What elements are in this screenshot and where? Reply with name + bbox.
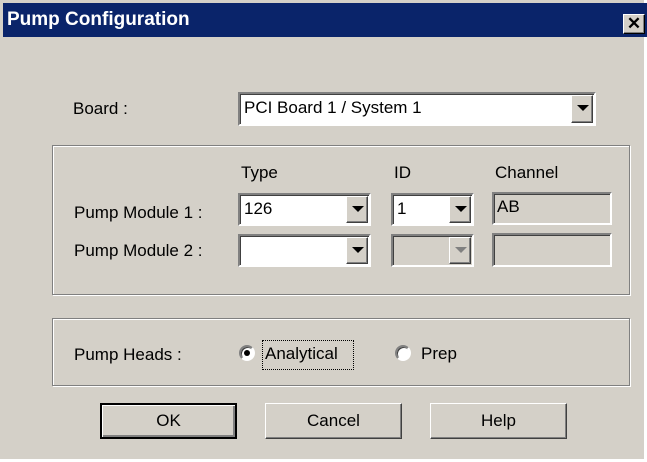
pump-module-1-label: Pump Module 1 :: [74, 203, 203, 222]
pump-module-2-label: Pump Module 2 :: [74, 241, 203, 260]
pump-module-1-channel-field: AB: [492, 192, 612, 225]
pump-module-2-type-select[interactable]: [238, 234, 371, 267]
pump-module-1-type-value: 126: [244, 199, 273, 218]
pump-module-2-id-select: [391, 234, 474, 267]
prep-radio[interactable]: [395, 345, 411, 361]
chevron-down-icon: [449, 237, 471, 264]
chevron-down-icon[interactable]: [571, 95, 593, 123]
pump-heads-label: Pump Heads :: [74, 345, 182, 364]
pump-module-1-type-select[interactable]: 126: [238, 193, 371, 226]
type-header: Type: [241, 163, 278, 182]
close-icon: ✕: [626, 14, 642, 33]
channel-header: Channel: [495, 163, 559, 182]
analytical-label[interactable]: Analytical: [265, 344, 338, 364]
window-title: Pump Configuration: [7, 9, 190, 30]
analytical-radio[interactable]: [239, 345, 255, 361]
board-label: Board :: [73, 99, 128, 118]
radio-selected-dot-icon: [244, 350, 250, 356]
pump-module-1-id-value: 1: [397, 199, 407, 218]
ok-button[interactable]: OK: [100, 403, 237, 439]
cancel-button[interactable]: Cancel: [265, 403, 402, 439]
board-select-value: PCI Board 1 / System 1: [244, 98, 422, 117]
pump-module-2-channel-field: [492, 233, 612, 267]
help-button[interactable]: Help: [430, 403, 567, 439]
pump-configuration-dialog: Pump Configuration ✕ Board : PCI Board 1…: [0, 0, 647, 462]
pump-module-1-id-select[interactable]: 1: [391, 193, 474, 226]
close-button[interactable]: ✕: [623, 14, 645, 34]
chevron-down-icon[interactable]: [346, 237, 368, 264]
pump-module-1-channel-value: AB: [497, 197, 520, 216]
prep-label[interactable]: Prep: [421, 344, 457, 364]
chevron-down-icon[interactable]: [346, 196, 368, 223]
title-bar[interactable]: Pump Configuration ✕: [3, 3, 647, 37]
chevron-down-icon[interactable]: [449, 196, 471, 223]
id-header: ID: [394, 163, 411, 182]
board-select[interactable]: PCI Board 1 / System 1: [238, 92, 596, 126]
